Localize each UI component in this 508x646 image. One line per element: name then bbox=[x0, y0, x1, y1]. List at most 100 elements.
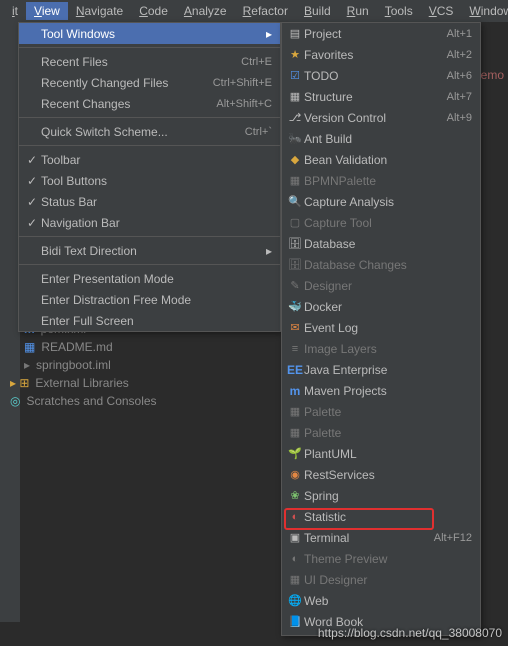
file-iml[interactable]: ▸ springboot.iml bbox=[0, 356, 163, 374]
menubar-analyze[interactable]: Analyze bbox=[176, 2, 235, 20]
toolwin-ant-build[interactable]: 🐜Ant Build bbox=[282, 128, 480, 149]
file-label: springboot.iml bbox=[36, 358, 111, 372]
menu-recently-changed-files[interactable]: Recently Changed FilesCtrl+Shift+E bbox=[19, 72, 280, 93]
menu-label: Bean Validation bbox=[304, 153, 472, 167]
menu-label: Project bbox=[304, 27, 447, 41]
toolwin-java-enterprise[interactable]: EEJava Enterprise bbox=[282, 359, 480, 380]
toolwin-restservices[interactable]: ◉RestServices bbox=[282, 464, 480, 485]
toolwin-statistic[interactable]: ◐Statistic bbox=[282, 506, 480, 527]
menubar-window[interactable]: Window bbox=[461, 2, 508, 20]
menu-label: Favorites bbox=[304, 48, 447, 62]
menu-tool-buttons-toggle[interactable]: ✓Tool Buttons bbox=[19, 170, 280, 191]
db-icon: 🗄 bbox=[286, 237, 304, 250]
view-menu: Tool Windows ▸ Recent FilesCtrl+E Recent… bbox=[18, 22, 281, 332]
toolwin-ui-designer: ▦UI Designer bbox=[282, 569, 480, 590]
shortcut: Alt+2 bbox=[447, 49, 472, 61]
spring-icon: ❀ bbox=[286, 489, 304, 502]
toolwin-bean-validation[interactable]: ◆Bean Validation bbox=[282, 149, 480, 170]
menubar-tools[interactable]: Tools bbox=[377, 2, 421, 20]
toolwin-event-log[interactable]: ✉Event Log bbox=[282, 317, 480, 338]
capture-icon: ▢ bbox=[286, 216, 304, 229]
menu-label: Event Log bbox=[304, 321, 472, 335]
toolwin-favorites[interactable]: ★FavoritesAlt+2 bbox=[282, 44, 480, 65]
menu-label: Web bbox=[304, 594, 472, 608]
toolwin-web[interactable]: 🌐Web bbox=[282, 590, 480, 611]
scratches[interactable]: ◎Scratches and Consoles bbox=[0, 392, 163, 410]
toolwin-version-control[interactable]: ⎇Version ControlAlt+9 bbox=[282, 107, 480, 128]
menu-distraction-free[interactable]: Enter Distraction Free Mode bbox=[19, 289, 280, 310]
menubar: itViewNavigateCodeAnalyzeRefactorBuildRu… bbox=[0, 0, 508, 22]
separator bbox=[19, 264, 280, 265]
menubar-view[interactable]: View bbox=[26, 2, 68, 20]
menu-navigation-bar-toggle[interactable]: ✓Navigation Bar bbox=[19, 212, 280, 233]
menu-quick-switch[interactable]: Quick Switch Scheme...Ctrl+` bbox=[19, 121, 280, 142]
menu-label: BPMNPalette bbox=[304, 174, 472, 188]
toolwin-docker[interactable]: 🐳Docker bbox=[282, 296, 480, 317]
toolwin-database-changes: 🗄Database Changes bbox=[282, 254, 480, 275]
project-tree: mpom.xml ▦README.md ▸springboot.iml ▸ ⊞E… bbox=[0, 320, 163, 410]
statistic-icon: ◐ bbox=[286, 511, 304, 523]
menu-tool-windows[interactable]: Tool Windows ▸ bbox=[19, 23, 280, 44]
menubar-code[interactable]: Code bbox=[131, 2, 176, 20]
watermark: https://blog.csdn.net/qq_38008070 bbox=[318, 626, 502, 640]
designer-icon: ✎ bbox=[286, 279, 304, 292]
menu-label: Database bbox=[304, 237, 472, 251]
menubar-it[interactable]: it bbox=[4, 2, 26, 20]
structure-icon: ▦ bbox=[286, 90, 304, 103]
toolwin-database[interactable]: 🗄Database bbox=[282, 233, 480, 254]
iml-file-icon: ▸ bbox=[24, 358, 30, 372]
menu-presentation-mode[interactable]: Enter Presentation Mode bbox=[19, 268, 280, 289]
menu-label: Maven Projects bbox=[304, 384, 472, 398]
checkmark-icon: ✓ bbox=[23, 216, 41, 230]
submenu-arrow-icon: ▸ bbox=[260, 244, 272, 258]
maven-icon: m bbox=[286, 384, 304, 398]
menu-recent-changes[interactable]: Recent ChangesAlt+Shift+C bbox=[19, 93, 280, 114]
menu-status-bar-toggle[interactable]: ✓Status Bar bbox=[19, 191, 280, 212]
menu-label: Java Enterprise bbox=[304, 363, 472, 377]
toolwin-capture-analysis[interactable]: 🔍Capture Analysis bbox=[282, 191, 480, 212]
palette-icon: ▦ bbox=[286, 405, 304, 418]
todo-icon: ☑ bbox=[286, 69, 304, 82]
shortcut: Alt+6 bbox=[447, 70, 472, 82]
menu-label: Capture Analysis bbox=[304, 195, 472, 209]
toolwin-spring[interactable]: ❀Spring bbox=[282, 485, 480, 506]
jee-icon: EE bbox=[286, 363, 304, 377]
menu-toolbar-toggle[interactable]: ✓Toolbar bbox=[19, 149, 280, 170]
menu-label: PlantUML bbox=[304, 447, 472, 461]
shortcut: Alt+7 bbox=[447, 91, 472, 103]
toolwin-maven-projects[interactable]: mMaven Projects bbox=[282, 380, 480, 401]
toolwin-structure[interactable]: ▦StructureAlt+7 bbox=[282, 86, 480, 107]
menubar-refactor[interactable]: Refactor bbox=[235, 2, 296, 20]
docker-icon: 🐳 bbox=[286, 300, 304, 313]
toolwin-project[interactable]: ▤ProjectAlt+1 bbox=[282, 23, 480, 44]
menu-label: Spring bbox=[304, 489, 472, 503]
bean-icon: ◆ bbox=[286, 153, 304, 166]
toolwin-plantuml[interactable]: 🌱PlantUML bbox=[282, 443, 480, 464]
menu-bidi[interactable]: Bidi Text Direction▸ bbox=[19, 240, 280, 261]
menubar-vcs[interactable]: VCS bbox=[421, 2, 462, 20]
menu-label: Statistic bbox=[304, 510, 472, 524]
shortcut: Alt+1 bbox=[447, 28, 472, 40]
separator bbox=[19, 145, 280, 146]
menu-label: Designer bbox=[304, 279, 472, 293]
file-label: External Libraries bbox=[35, 376, 128, 390]
markdown-file-icon: ▦ bbox=[24, 340, 35, 354]
menu-label: Terminal bbox=[304, 531, 434, 545]
menu-label: Ant Build bbox=[304, 132, 472, 146]
menu-label: Palette bbox=[304, 426, 472, 440]
menu-label: Capture Tool bbox=[304, 216, 472, 230]
wordbook-icon: 📘 bbox=[286, 615, 304, 628]
toolwin-terminal[interactable]: ▣TerminalAlt+F12 bbox=[282, 527, 480, 548]
vcs-icon: ⎇ bbox=[286, 111, 304, 124]
external-libraries[interactable]: ▸ ⊞ External Libraries bbox=[0, 374, 163, 392]
menubar-navigate[interactable]: Navigate bbox=[68, 2, 131, 20]
libraries-icon: ▸ ⊞ bbox=[10, 376, 29, 390]
menu-recent-files[interactable]: Recent FilesCtrl+E bbox=[19, 51, 280, 72]
palette-icon: ▦ bbox=[286, 426, 304, 439]
menu-full-screen[interactable]: Enter Full Screen bbox=[19, 310, 280, 331]
menu-label: Theme Preview bbox=[304, 552, 472, 566]
file-readme[interactable]: ▦README.md bbox=[0, 338, 163, 356]
menubar-build[interactable]: Build bbox=[296, 2, 339, 20]
toolwin-todo[interactable]: ☑TODOAlt+6 bbox=[282, 65, 480, 86]
menubar-run[interactable]: Run bbox=[339, 2, 377, 20]
